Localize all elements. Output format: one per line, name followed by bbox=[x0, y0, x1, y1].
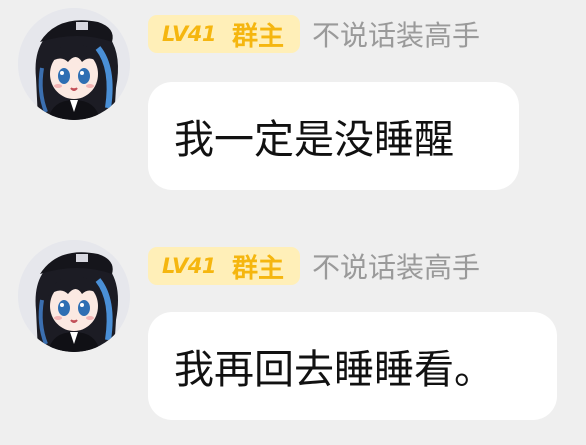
message-bubble[interactable]: 我一定是没睡醒 bbox=[148, 82, 519, 190]
role-badge: 群主 bbox=[229, 15, 300, 53]
message-bubble[interactable]: 我再回去睡睡看。 bbox=[148, 312, 557, 420]
avatar[interactable] bbox=[18, 240, 130, 352]
level-badge: LV41 bbox=[148, 247, 230, 285]
role-badge: 群主 bbox=[229, 247, 300, 285]
anime-girl-avatar-icon bbox=[18, 8, 130, 120]
level-badge: LV41 bbox=[148, 15, 230, 53]
sender-nickname[interactable]: 不说话装高手 bbox=[312, 14, 480, 54]
sender-meta: LV41 群主 不说话装高手 bbox=[148, 246, 480, 286]
sender-meta: LV41 群主 不说话装高手 bbox=[148, 14, 480, 54]
sender-nickname[interactable]: 不说话装高手 bbox=[312, 246, 480, 286]
avatar[interactable] bbox=[18, 8, 130, 120]
anime-girl-avatar-icon bbox=[18, 240, 130, 352]
chat-message: LV41 群主 不说话装高手 我再回去睡睡看。 bbox=[0, 232, 586, 432]
chat-message: LV41 群主 不说话装高手 我一定是没睡醒 bbox=[0, 0, 586, 200]
